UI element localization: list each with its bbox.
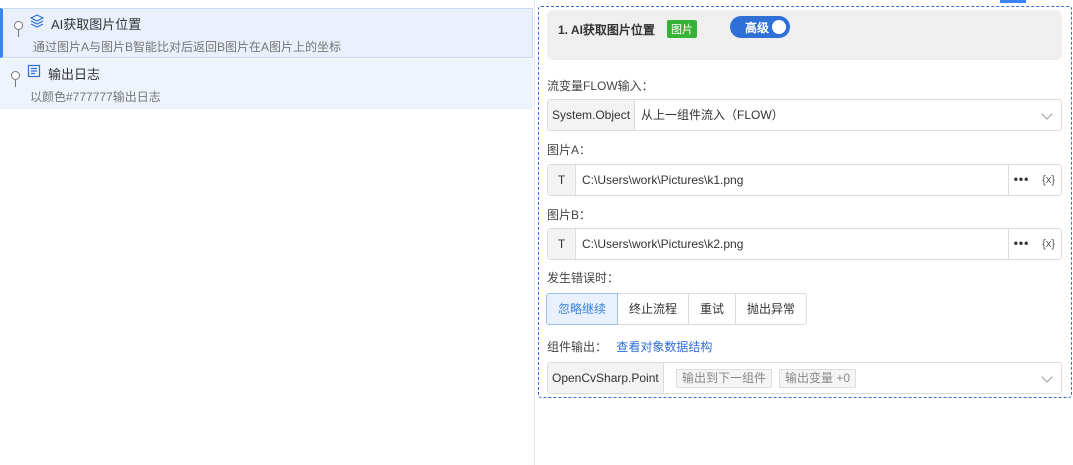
output-label-row: 组件输出： 查看对象数据结构 xyxy=(547,338,712,355)
category-tag: 图片 xyxy=(667,20,697,38)
flow-input-value: 从上一组件流入（FLOW） xyxy=(641,108,784,122)
on-error-segmented: 忽略继续 终止流程 重试 抛出异常 xyxy=(546,293,808,325)
type-toggle-button[interactable]: T xyxy=(548,165,576,195)
properties-panel: 1. AI获取图片位置 图片 高级 流变量FLOW输入： System.Obje… xyxy=(538,6,1072,398)
step-description: 通过图片A与图片B智能比对后返回B图片在A图片上的坐标 xyxy=(33,40,342,54)
log-icon xyxy=(27,64,41,78)
connector-pin-icon xyxy=(14,21,23,30)
panel-divider xyxy=(534,0,535,465)
variable-button[interactable]: {x} xyxy=(1042,229,1055,259)
option-ignore-continue[interactable]: 忽略继续 xyxy=(546,293,619,325)
toggle-knob xyxy=(772,20,786,34)
image-a-field[interactable]: T C:\Users\work\Pictures\k1.png ••• {x} xyxy=(547,164,1062,196)
image-a-label: 图片A： xyxy=(547,143,592,157)
image-b-path[interactable]: C:\Users\work\Pictures\k2.png xyxy=(582,229,743,259)
option-stop-flow[interactable]: 终止流程 xyxy=(617,293,690,325)
advanced-toggle[interactable]: 高级 xyxy=(730,16,790,38)
output-label: 组件输出： xyxy=(547,340,608,354)
output-select[interactable]: OpenCvSharp.Point 输出到下一组件 输出变量 +0 xyxy=(547,362,1062,394)
chevron-down-icon xyxy=(1041,108,1053,120)
variable-button[interactable]: {x} xyxy=(1042,165,1055,195)
output-chip-next: 输出到下一组件 xyxy=(676,369,773,388)
step-description: 以颜色#777777输出日志 xyxy=(30,90,161,104)
component-title: 1. AI获取图片位置 xyxy=(558,23,655,37)
flow-input-type: System.Object xyxy=(548,100,636,130)
step-title: 输出日志 xyxy=(48,67,101,82)
flow-input-label: 流变量FLOW输入： xyxy=(547,79,654,93)
option-retry[interactable]: 重试 xyxy=(688,293,737,325)
browse-button[interactable]: ••• xyxy=(1008,165,1034,195)
option-throw-exception[interactable]: 抛出异常 xyxy=(735,293,808,325)
image-b-label: 图片B： xyxy=(547,208,592,222)
on-error-label: 发生错误时： xyxy=(547,271,620,285)
output-chip-variable: 输出变量 +0 xyxy=(779,369,857,388)
step-list: AI获取图片位置 通过图片A与图片B智能比对后返回B图片在A图片上的坐标 输出日… xyxy=(0,0,533,465)
output-type: OpenCvSharp.Point xyxy=(548,363,664,393)
browse-button[interactable]: ••• xyxy=(1008,229,1034,259)
layers-icon xyxy=(29,14,45,28)
type-toggle-button[interactable]: T xyxy=(548,229,576,259)
view-data-structure-link[interactable]: 查看对象数据结构 xyxy=(616,340,712,354)
step-item-output-log[interactable]: 输出日志 以颜色#777777输出日志 xyxy=(0,59,533,110)
connector-pin-icon xyxy=(11,71,20,80)
panel-header: 1. AI获取图片位置 图片 高级 xyxy=(547,10,1062,60)
advanced-toggle-label: 高级 xyxy=(745,21,770,35)
step-title: AI获取图片位置 xyxy=(51,17,142,32)
image-b-field[interactable]: T C:\Users\work\Pictures\k2.png ••• {x} xyxy=(547,228,1062,260)
top-indicator xyxy=(1000,0,1026,3)
flow-input-select[interactable]: System.Object 从上一组件流入（FLOW） xyxy=(547,99,1062,131)
step-item-ai-image-position[interactable]: AI获取图片位置 通过图片A与图片B智能比对后返回B图片在A图片上的坐标 xyxy=(0,8,533,58)
image-a-path[interactable]: C:\Users\work\Pictures\k1.png xyxy=(582,165,743,195)
chevron-down-icon xyxy=(1041,371,1053,383)
